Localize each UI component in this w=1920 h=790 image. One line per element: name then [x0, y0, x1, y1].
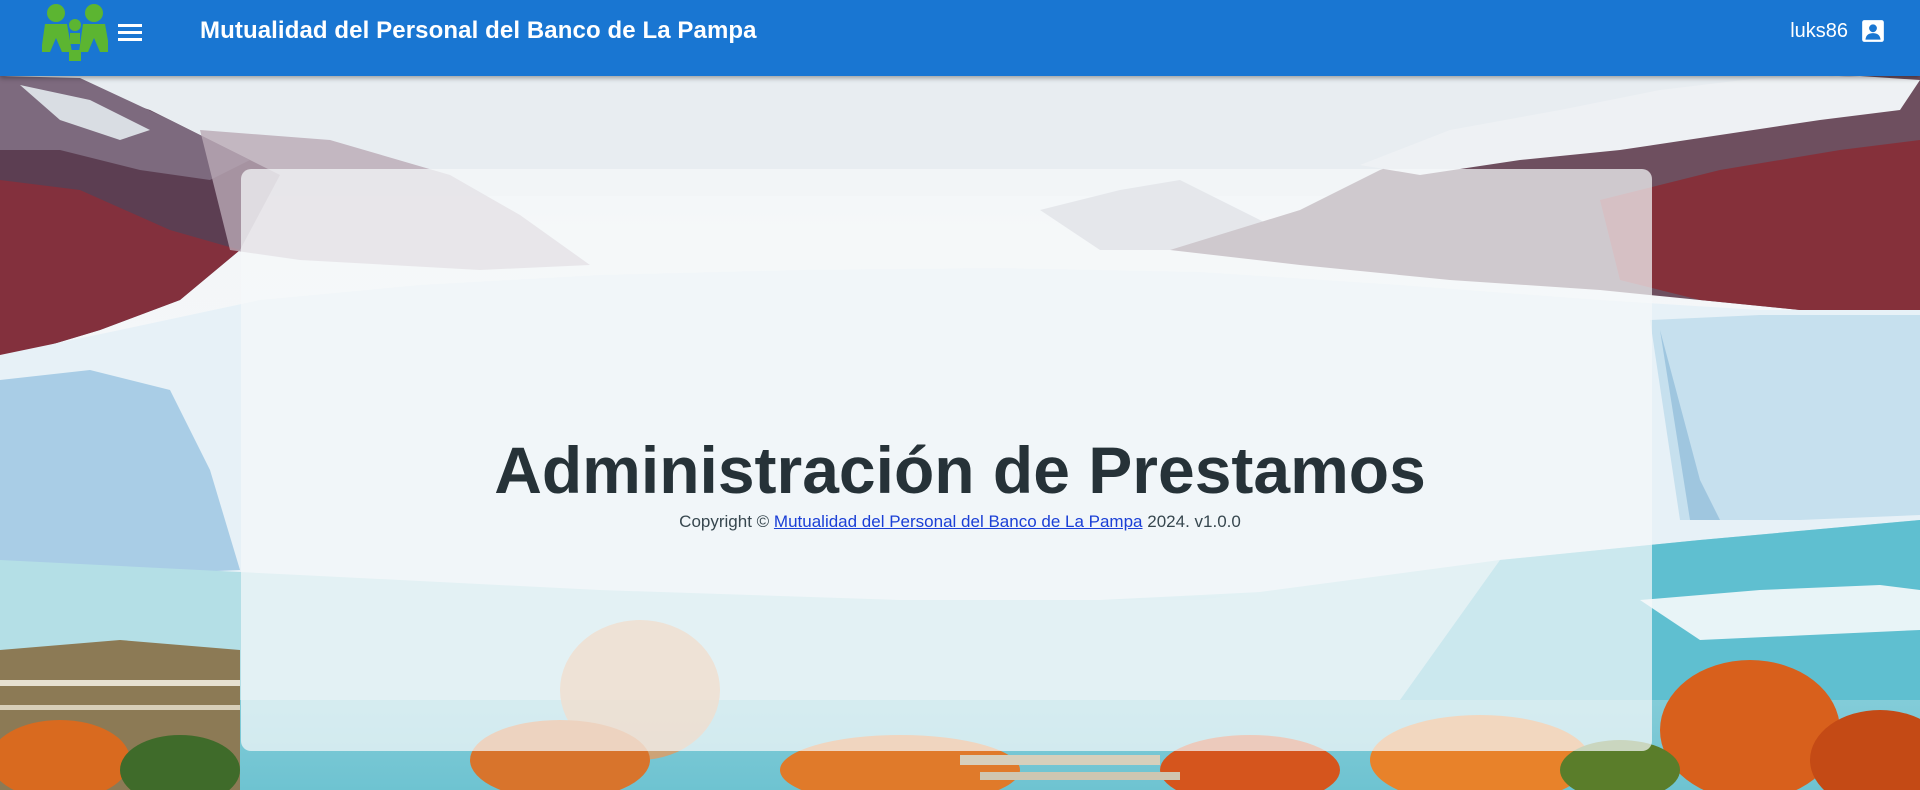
copyright-version: 2024. v1.0.0 [1147, 512, 1241, 531]
copyright-prefix: Copyright © [679, 512, 770, 531]
family-logo-icon[interactable] [41, 2, 110, 62]
page-title: Administración de Prestamos [494, 433, 1426, 508]
app-bar: Mutualidad del Personal del Banco de La … [0, 0, 1920, 76]
hamburger-menu-button[interactable] [116, 18, 144, 46]
account-box-icon [1862, 20, 1884, 42]
copyright-footer: Copyright © Mutualidad del Personal del … [0, 512, 1920, 532]
hamburger-menu-icon [118, 24, 142, 41]
user-menu-button[interactable]: luks86 [1790, 18, 1886, 44]
organization-link[interactable]: Mutualidad del Personal del Banco de La … [774, 512, 1143, 531]
username-label: luks86 [1790, 19, 1848, 42]
app-title: Mutualidad del Personal del Banco de La … [200, 17, 757, 44]
